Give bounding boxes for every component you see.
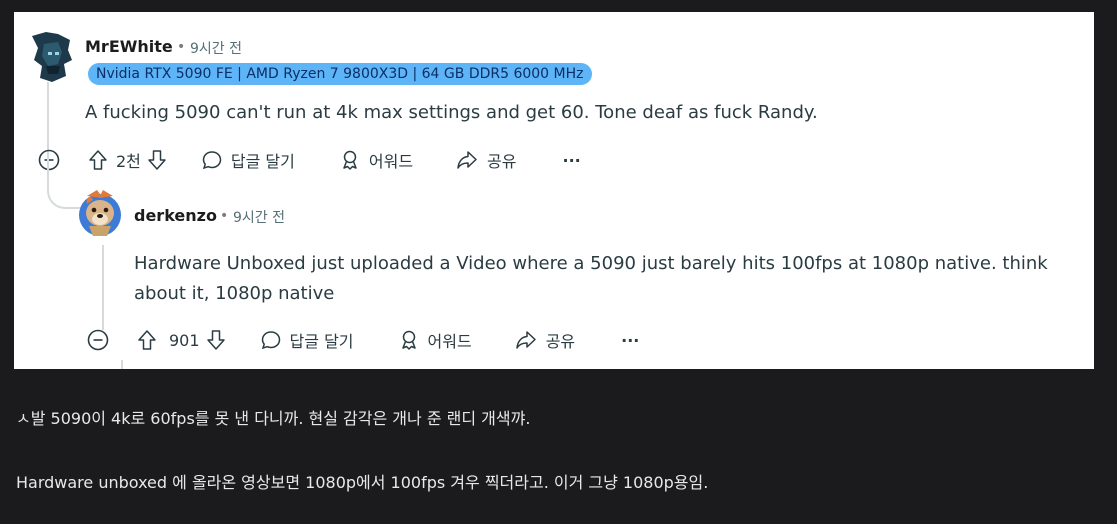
comment-time[interactable]: 9시간 전 (190, 38, 242, 58)
comment-time[interactable]: 9시간 전 (233, 207, 285, 227)
award-icon (343, 150, 357, 170)
separator-dot: • (177, 39, 186, 55)
upvote-button[interactable] (137, 329, 157, 351)
thread-line (102, 245, 104, 330)
award-button[interactable]: 어워드 (398, 328, 472, 352)
comment-icon (261, 331, 280, 350)
screenshot-card: MrEWhite • 9시간 전 Nvidia RTX 5090 FE | AM… (14, 12, 1094, 369)
translation-caption: Hardware unboxed 에 올라온 영상보면 1080p에서 100f… (16, 473, 709, 492)
upvote-icon (89, 150, 107, 170)
reply-label: 답글 달기 (230, 152, 295, 171)
share-label: 공유 (545, 332, 576, 351)
award-icon (401, 330, 416, 350)
comment-icon (202, 151, 222, 170)
upvote-button[interactable] (88, 149, 108, 171)
vote-count: 901 (169, 330, 200, 350)
comment-username[interactable]: MrEWhite (85, 37, 173, 56)
share-icon (457, 151, 477, 169)
collapse-button[interactable] (87, 329, 109, 351)
vote-count: 2천 (116, 152, 141, 171)
downvote-button[interactable] (206, 329, 226, 351)
comment-username[interactable]: derkenzo (134, 206, 217, 225)
comment-body: A fucking 5090 can't run at 4k max setti… (85, 102, 818, 123)
reply-label: 답글 달기 (289, 332, 354, 351)
reply-button[interactable]: 답글 달기 (201, 148, 295, 172)
thread-line (121, 360, 123, 369)
more-options-button[interactable]: ··· (621, 331, 639, 350)
translation-caption: ㅅ발 5090이 4k로 60fps를 못 낸 다니까. 현실 감각은 개나 준… (16, 409, 531, 428)
user-flair: Nvidia RTX 5090 FE | AMD Ryzen 7 9800X3D… (88, 63, 592, 85)
comment-actions: 901 답글 달기 어워드 공유 ··· (87, 325, 639, 355)
upvote-icon (138, 330, 156, 350)
share-label: 공유 (487, 152, 517, 171)
share-icon (515, 331, 536, 349)
comment-actions: 2천 답글 달기 어워드 공유 ··· (38, 145, 581, 175)
thread-line (47, 82, 49, 152)
avatar[interactable] (28, 30, 80, 84)
downvote-icon (148, 150, 166, 170)
award-label: 어워드 (368, 152, 414, 171)
collapse-icon (87, 329, 109, 351)
award-button[interactable]: 어워드 (339, 148, 413, 172)
avatar[interactable] (77, 186, 123, 238)
downvote-button[interactable] (147, 149, 167, 171)
share-button[interactable]: 공유 (455, 148, 517, 172)
reply-button[interactable]: 답글 달기 (260, 328, 354, 352)
comment-body-line: about it, 1080p native (134, 283, 335, 304)
more-options-button[interactable]: ··· (563, 151, 581, 170)
separator-dot: • (220, 208, 229, 224)
comment-body-line: Hardware Unboxed just uploaded a Video w… (134, 253, 1048, 274)
downvote-icon (206, 330, 225, 350)
share-button[interactable]: 공유 (514, 328, 575, 352)
award-label: 어워드 (427, 332, 472, 351)
